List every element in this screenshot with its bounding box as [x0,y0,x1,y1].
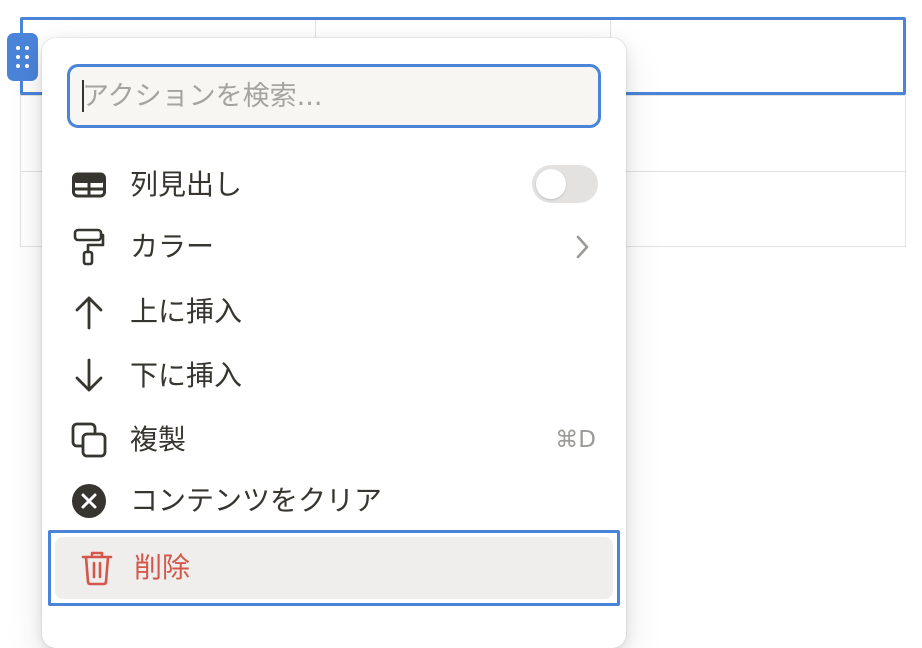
duplicate-icon [70,421,108,459]
arrow-up-icon [70,293,108,331]
arrow-down-icon [70,357,108,395]
menu-item-label: 上に挿入 [130,295,243,328]
menu-item-label: 複製 [130,423,187,456]
menu-item-label: コンテンツをクリア [130,484,383,517]
menu-item-delete-hover: 削除 [55,537,613,599]
row-drag-handle[interactable] [7,33,38,81]
clear-x-circle-icon [70,482,108,520]
toggle-knob [536,169,566,199]
chevron-right-icon [570,234,594,260]
menu-item-insert-below[interactable]: 下に挿入 [52,346,616,406]
row-action-menu: 列見出し カラー 上に挿入 [42,38,626,648]
menu-item-clear-contents[interactable]: コンテンツをクリア [52,471,616,531]
menu-item-column-header[interactable]: 列見出し [52,155,616,215]
menu-item-label: 削除 [134,551,191,584]
paint-roller-icon [70,228,108,266]
menu-item-duplicate[interactable]: 複製 ⌘D [52,410,616,470]
menu-item-delete[interactable]: 削除 [48,530,620,606]
menu-item-label: 列見出し [130,168,243,201]
column-header-toggle[interactable] [532,165,598,203]
drag-handle-icon [16,46,29,68]
trash-icon [78,549,116,587]
duplicate-shortcut: ⌘D [555,427,596,453]
table-header-icon [70,166,108,204]
menu-item-label: 下に挿入 [130,359,243,392]
menu-item-label: カラー [130,230,215,263]
action-search-input[interactable] [70,67,598,125]
text-caret [82,80,84,112]
menu-item-insert-above[interactable]: 上に挿入 [52,282,616,342]
menu-item-color[interactable]: カラー [52,217,616,277]
search-box[interactable] [67,64,601,128]
